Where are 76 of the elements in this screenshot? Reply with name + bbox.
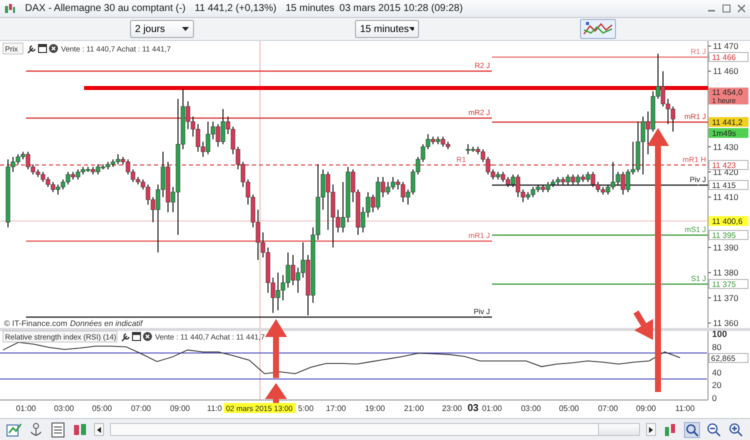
price-tag: 11 375 — [708, 279, 748, 289]
time-label: 05:00 — [558, 404, 580, 413]
anchor-icon[interactable] — [28, 422, 44, 438]
time-label: 17:00 — [326, 404, 346, 413]
window-icon[interactable] — [132, 332, 141, 341]
chart-export-icon[interactable] — [6, 422, 22, 438]
credit-text: © IT-Finance.com — [4, 319, 68, 328]
axis-label: 20 — [712, 380, 722, 390]
caret-icon — [408, 27, 414, 31]
axis-label: 0 — [712, 393, 717, 403]
annotation-arrow — [265, 319, 287, 378]
candles-icon[interactable] — [72, 422, 88, 438]
close-icon[interactable] — [49, 44, 58, 53]
price-tag: 11 466 — [708, 52, 748, 62]
price-tag: 11 400,6 — [708, 216, 748, 226]
time-label: 03:00 — [520, 404, 542, 413]
period-dropdown[interactable]: 2 jours — [130, 20, 194, 38]
time-label: 11:00 — [675, 404, 695, 413]
price-tag: 11 415 — [708, 180, 748, 190]
chart-settings-icon[interactable] — [662, 422, 678, 438]
indicators-button[interactable] — [580, 19, 616, 39]
day-label: 03 — [467, 403, 479, 414]
axis-label: 40 — [712, 367, 722, 378]
time-label: 19:00 — [364, 404, 386, 413]
axis-label: 80 — [712, 342, 722, 352]
caret-icon — [649, 426, 653, 432]
list-icon[interactable] — [50, 422, 66, 438]
zoom-vertical-icon[interactable] — [684, 422, 700, 438]
candles-icon — [4, 2, 16, 14]
maximize-icon[interactable] — [722, 4, 731, 13]
time-label: 03:00 — [54, 404, 74, 413]
axis-label: 11 470 — [713, 41, 738, 52]
close-icon[interactable] — [737, 4, 746, 13]
wrench-icon[interactable] — [121, 333, 130, 342]
time-label: 07:00 — [598, 404, 618, 413]
quote-text: 11 441,2 (+0,13%) — [194, 3, 276, 14]
scroll-right-button[interactable] — [646, 423, 656, 436]
price-tag: 1m49s — [708, 128, 748, 138]
scrollbar-track[interactable] — [110, 423, 640, 436]
time-label: 05:00 — [92, 404, 112, 413]
time-label: 5:00 — [298, 404, 314, 413]
interval-text: 15 minutes — [285, 3, 334, 14]
scroll-left-button[interactable] — [94, 423, 104, 436]
axis-label: 11 370 — [713, 292, 738, 303]
axis-label: 100 — [712, 329, 728, 339]
time-label: 23:00 — [442, 404, 462, 413]
window-icon[interactable] — [38, 44, 47, 53]
time-label: 09:00 — [636, 404, 656, 413]
interval-dropdown[interactable]: 15 minutes — [355, 20, 419, 38]
time-label: 11:0 — [207, 404, 222, 413]
caret-icon — [97, 426, 101, 432]
window-title: DAX - Allemagne 30 au comptant (-) — [25, 3, 186, 14]
axis-label: 11 430 — [713, 142, 738, 152]
wrench-icon[interactable] — [27, 45, 36, 54]
disclaimer-text: Données en indicatif — [70, 319, 142, 328]
caret-icon — [182, 27, 189, 31]
axis-label: 11 390 — [713, 242, 738, 252]
price-tag: 11 423 — [708, 160, 748, 170]
price-tag: 11 441,2 — [708, 117, 748, 127]
timestamp-text: 03 mars 2015 10:28 (09:28) — [339, 3, 463, 14]
time-label: 09:00 — [170, 404, 190, 413]
time-label: 01:00 — [16, 404, 36, 413]
value-tag: 62,865 — [708, 353, 748, 363]
price-tag: 11 395 — [708, 230, 748, 240]
zoom-out-icon[interactable] — [706, 422, 722, 438]
annotation-arrow — [265, 383, 287, 403]
time-label: 21:00 — [404, 404, 424, 413]
close-icon[interactable] — [143, 332, 152, 341]
axis-label: 11 360 — [713, 318, 738, 328]
time-label: 01:00 — [482, 404, 502, 413]
axis-label: 11 460 — [713, 66, 738, 76]
zoom-in-icon[interactable] — [728, 422, 744, 438]
axis-label: 11 410 — [713, 192, 738, 202]
axis-label: 11 380 — [713, 268, 738, 278]
time-label: 07:00 — [130, 404, 152, 413]
scrollbar-thumb[interactable] — [598, 424, 639, 435]
